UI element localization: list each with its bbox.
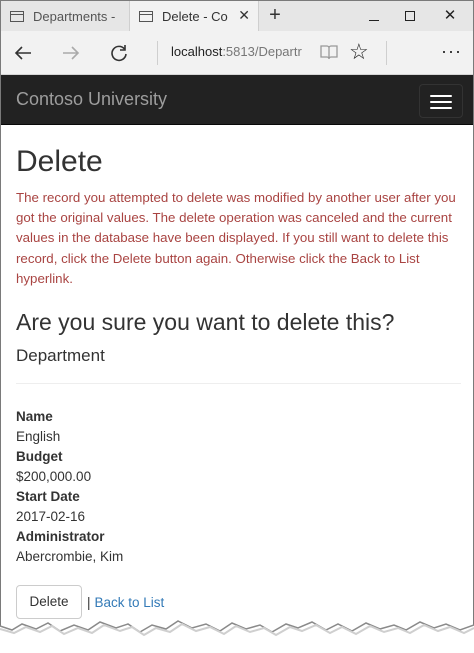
forward-arrow-icon[interactable]	[57, 39, 85, 67]
hamburger-icon	[430, 95, 452, 97]
entity-heading: Department	[16, 346, 105, 365]
page-icon	[10, 10, 24, 22]
address-bar-area: localhost:5813/Departr ☆ ···	[1, 31, 473, 75]
divider	[386, 41, 387, 65]
maximize-button[interactable]	[393, 1, 427, 31]
reading-view-icon[interactable]	[319, 43, 339, 61]
page-icon	[139, 10, 153, 22]
browser-window: Departments - Delete - Co ✕ + ✕ localhos…	[0, 0, 474, 653]
maximize-icon	[405, 11, 415, 21]
more-icon[interactable]: ···	[441, 41, 462, 61]
form-actions: Delete | Back to List	[16, 585, 164, 619]
tab-title: Departments -	[33, 8, 116, 24]
detail-value: $200,000.00	[16, 469, 92, 484]
hamburger-icon	[430, 107, 452, 109]
url-host: localhost	[171, 44, 223, 59]
detail-value: 2017-02-16	[16, 509, 86, 524]
url-field[interactable]: localhost:5813/Departr	[171, 44, 303, 59]
details-list: Name English Budget $200,000.00 Start Da…	[16, 407, 461, 567]
brand-link[interactable]: Contoso University	[16, 89, 167, 110]
divider	[16, 383, 461, 384]
detail-label: Start Date	[16, 489, 80, 504]
page-title: Delete	[16, 145, 103, 178]
tab-delete[interactable]: Delete - Co ✕	[129, 1, 259, 31]
minimize-button[interactable]	[357, 1, 391, 31]
hamburger-icon	[430, 101, 452, 103]
close-tab-icon[interactable]: ✕	[238, 7, 250, 23]
new-tab-button[interactable]: +	[263, 4, 287, 28]
close-window-button[interactable]: ✕	[433, 1, 467, 31]
confirm-question: Are you sure you want to delete this?	[16, 309, 395, 335]
url-path: :5813/Departr	[222, 44, 302, 59]
tab-strip: Departments - Delete - Co ✕ + ✕	[1, 1, 473, 31]
detail-label: Administrator	[16, 529, 105, 544]
tab-title: Delete - Co	[162, 8, 228, 24]
detail-label: Name	[16, 409, 53, 424]
refresh-icon[interactable]	[105, 39, 133, 67]
separator: |	[87, 594, 91, 610]
menu-toggle-button[interactable]	[419, 84, 463, 118]
detail-value: English	[16, 429, 61, 444]
tab-departments[interactable]: Departments -	[1, 1, 129, 31]
site-navbar: Contoso University	[1, 75, 473, 125]
detail-label: Budget	[16, 449, 63, 464]
divider	[157, 41, 158, 65]
torn-edge-decoration	[0, 620, 474, 653]
detail-value: Abercrombie, Kim	[16, 549, 124, 564]
back-arrow-icon[interactable]	[9, 39, 37, 67]
concurrency-error-message: The record you attempted to delete was m…	[16, 190, 456, 286]
back-to-list-link[interactable]: Back to List	[95, 595, 165, 610]
minimize-icon	[369, 20, 379, 21]
delete-button[interactable]: Delete	[16, 585, 82, 619]
star-icon[interactable]: ☆	[349, 40, 369, 64]
